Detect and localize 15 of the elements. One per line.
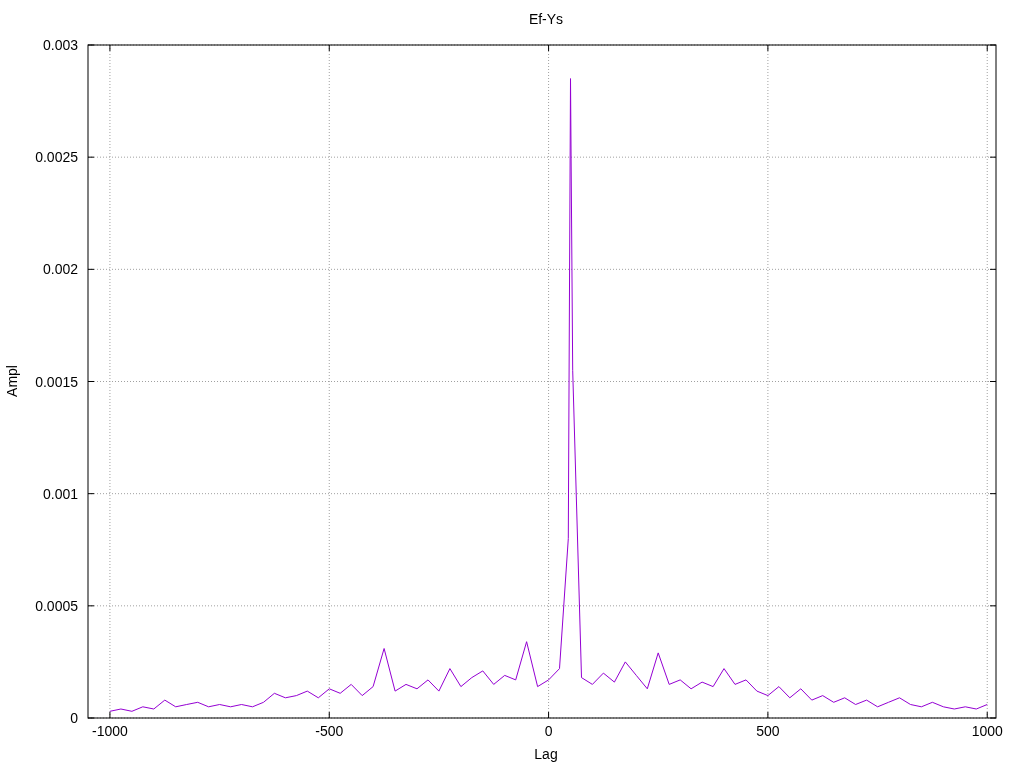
y-tick-label: 0.0015 [35,373,78,390]
y-tick-label: 0.002 [42,261,78,278]
x-tick-label: -1000 [92,723,128,739]
y-tick-label: 0.0025 [35,149,78,166]
chart-title: Ef-Ys [528,11,564,27]
x-tick-label: 500 [756,723,780,739]
y-axis-label: Ampl [4,365,20,397]
y-tick-label: 0.0005 [35,597,78,614]
x-tick-label: 1000 [971,723,1003,739]
y-tick-label: 0.001 [42,485,78,502]
y-tick-label: 0.003 [42,37,78,53]
x-tick-label: 0 [544,723,553,739]
x-tick-label: -500 [315,723,344,739]
x-axis-label: Lag [534,746,558,762]
y-tick-label: 0 [70,710,78,726]
